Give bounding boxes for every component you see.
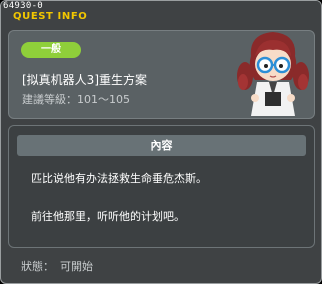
npc-portrait-icon xyxy=(237,32,309,116)
status-value: 可開始 xyxy=(60,260,93,273)
content-panel: 內容 匹比说他有办法拯救生命垂危杰斯。 前往他那里，听听他的计划吧。 xyxy=(8,125,315,248)
description-line: 前往他那里，听听他的计划吧。 xyxy=(31,210,185,223)
description-line: 匹比说他有办法拯救生命垂危杰斯。 xyxy=(31,172,207,185)
status-label: 狀態： xyxy=(21,260,54,273)
level-range: 101～105 xyxy=(77,93,130,106)
recommended-level: 建議等級：101～105 xyxy=(22,91,130,107)
titlebar[interactable]: 64930-0 QUEST INFO xyxy=(1,1,321,27)
quest-status: 狀態： 可開始 xyxy=(21,258,99,274)
quest-header-panel: 一般 [拟真机器人3]重生方案 建議等級：101～105 xyxy=(8,30,315,119)
content-header: 內容 xyxy=(17,135,306,156)
window-title: QUEST INFO xyxy=(13,11,88,22)
quest-name: [拟真机器人3]重生方案 xyxy=(22,73,147,87)
level-label: 建議等級： xyxy=(22,93,77,106)
quest-info-window: 64930-0 QUEST INFO 一般 [拟真机器人3]重生方案 建議等級：… xyxy=(0,0,322,284)
category-badge: 一般 xyxy=(21,42,81,58)
